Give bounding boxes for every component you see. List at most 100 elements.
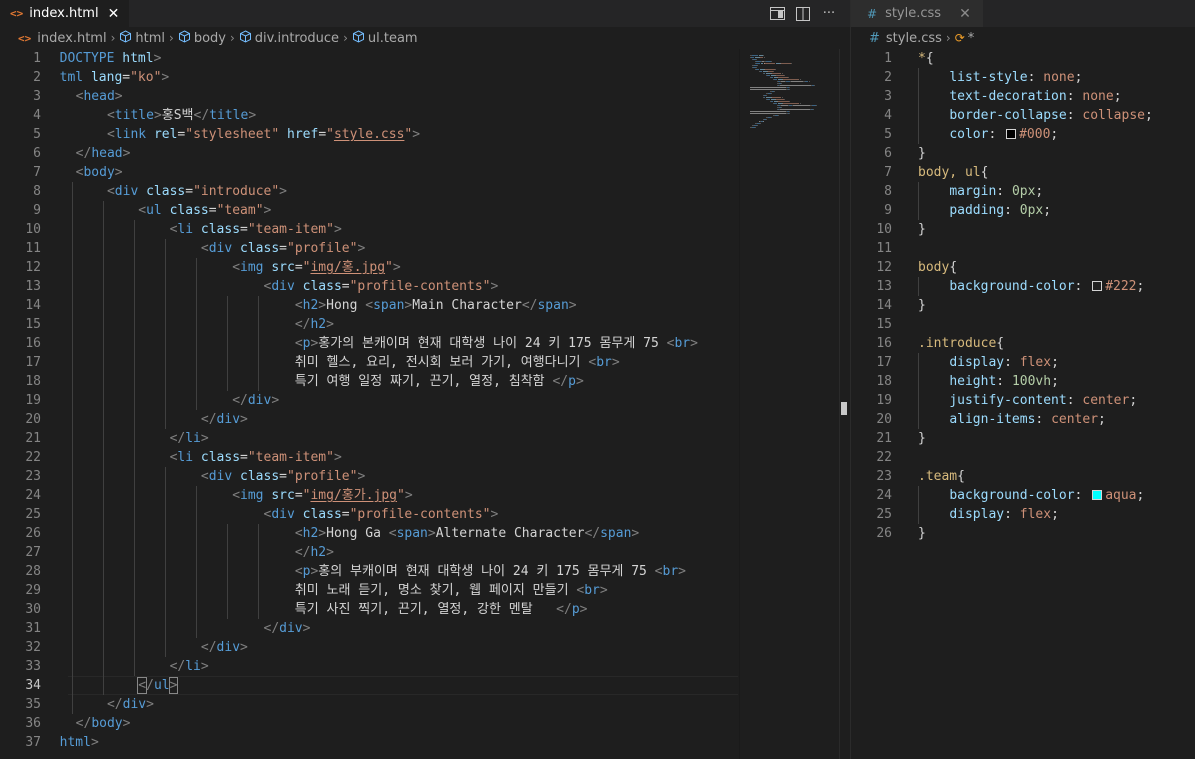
code-line[interactable]: 4 border-collapse: collapse; [851, 106, 1195, 125]
code-line[interactable]: 11 <div class="profile"> [0, 239, 851, 258]
breadcrumb-item[interactable]: body [178, 29, 226, 47]
code-line[interactable]: 22 <li class="team-item"> [0, 448, 851, 467]
minimap-token [750, 57, 755, 58]
code-line[interactable]: 18 height: 100vh; [851, 372, 1195, 391]
code-line[interactable]: 8 <div class="introduce"> [0, 182, 851, 201]
breadcrumb-item[interactable]: html [119, 29, 165, 47]
code-line[interactable]: 25 <div class="profile-contents"> [0, 505, 851, 524]
code-line[interactable]: 1 *{ [851, 49, 1195, 68]
token: > [240, 412, 248, 427]
code-line[interactable]: 16 .introduce{ [851, 334, 1195, 353]
code-line[interactable]: 18 특기 여행 일정 짜기, 끈기, 열정, 침착함 </p> [0, 372, 851, 391]
code-line[interactable]: 22 [851, 448, 1195, 467]
html-code-editor[interactable]: 1 <!DOCTYPE html> 2 <html lang="ko"> 3 <head… [0, 49, 851, 759]
code-line[interactable]: 10 <li class="team-item"> [0, 220, 851, 239]
code-line[interactable]: 29 취미 노래 듣기, 명소 찾기, 웹 페이지 만들기 <br> [0, 581, 851, 600]
code-line[interactable]: 26 <h2>Hong Ga <span>Alternate Character… [0, 524, 851, 543]
code-line[interactable]: 15 [851, 315, 1195, 334]
tab-style-css[interactable]: # style.css ✕ [851, 0, 983, 27]
code-line[interactable]: 19 justify-content: center; [851, 391, 1195, 410]
code-line[interactable]: 27 </h2> [0, 543, 851, 562]
code-text: </div> [60, 638, 248, 657]
code-line[interactable]: 12 <img src="img/홍.jpg"> [0, 258, 851, 277]
css-code-editor[interactable]: 1 *{2 list-style: none; 3 text-decoration:… [851, 49, 1195, 759]
code-line[interactable]: 11 [851, 239, 1195, 258]
code-line[interactable]: 1 <!DOCTYPE html> [0, 49, 851, 68]
code-line[interactable]: 4 <title>홍S백</title> [0, 106, 851, 125]
code-line[interactable]: 7 body, ul{ [851, 163, 1195, 182]
line-number: 19 [876, 393, 892, 408]
code-line[interactable]: 16 <p>홍가의 본캐이며 현재 대학생 나이 24 키 175 몸무게 75… [0, 334, 851, 353]
code-line[interactable]: 26} [851, 524, 1195, 543]
breadcrumb-item[interactable]: <> index.html [18, 31, 107, 46]
code-text: margin: 0px; [918, 182, 1043, 201]
code-line[interactable]: 2 <html lang="ko"> [0, 68, 851, 87]
split-editor-icon[interactable] [795, 6, 811, 22]
code-line[interactable]: 9 <ul class="team"> [0, 201, 851, 220]
code-line[interactable]: 28 <p>홍의 부캐이며 현재 대학생 나이 24 키 175 몸무게 75 … [0, 562, 851, 581]
color-swatch[interactable] [1092, 281, 1103, 291]
token: > [690, 336, 698, 351]
code-line[interactable]: 17 display: flex; [851, 353, 1195, 372]
token: } [918, 431, 926, 446]
vertical-scrollbar[interactable] [839, 49, 850, 759]
code-line[interactable]: 36 </body> [0, 714, 851, 733]
code-line[interactable]: 10} [851, 220, 1195, 239]
line-number: 31 [25, 621, 41, 636]
code-line[interactable]: 3 text-decoration: none; [851, 87, 1195, 106]
code-line[interactable]: 3 <head> [0, 87, 851, 106]
close-icon[interactable]: ✕ [108, 6, 120, 22]
breadcrumb-item[interactable]: ⟳ * [955, 31, 975, 46]
code-line[interactable]: 31 </div> [0, 619, 851, 638]
code-line[interactable]: 15 </h2> [0, 315, 851, 334]
code-line[interactable]: 30 특기 사진 찍기, 끈기, 열정, 강한 멘탈 </p> [0, 600, 851, 619]
code-line[interactable]: 23 .team{ [851, 467, 1195, 486]
code-line[interactable]: 7 <body> [0, 163, 851, 182]
code-line[interactable]: 37 </html> [0, 733, 851, 752]
code-line[interactable]: 21 </li> [0, 429, 851, 448]
color-swatch[interactable] [1006, 129, 1017, 139]
breadcrumb-item[interactable]: div.introduce [239, 29, 339, 47]
code-line[interactable]: 12 body{ [851, 258, 1195, 277]
code-line[interactable]: 20 align-items: center; [851, 410, 1195, 429]
open-preview-icon[interactable] [769, 6, 785, 22]
code-line[interactable]: 14} [851, 296, 1195, 315]
line-number: 14 [876, 298, 892, 313]
code-line[interactable]: 21} [851, 429, 1195, 448]
token: > [122, 716, 131, 731]
code-line[interactable]: 24 <img src="img/홍가.jpg"> [0, 486, 851, 505]
breadcrumb-item[interactable]: ul.team [352, 29, 418, 47]
code-line[interactable]: 6 </head> [0, 144, 851, 163]
code-line[interactable]: 32 </div> [0, 638, 851, 657]
code-line[interactable]: 13 background-color: #222; [851, 277, 1195, 296]
code-line[interactable]: 23 <div class="profile"> [0, 467, 851, 486]
token: ; [1051, 355, 1059, 370]
code-line[interactable]: 2 list-style: none; [851, 68, 1195, 87]
scrollbar-thumb[interactable] [841, 402, 847, 415]
code-line[interactable]: 13 <div class="profile-contents"> [0, 277, 851, 296]
line-number: 12 [876, 260, 892, 275]
code-line[interactable]: 24 background-color: aqua; [851, 486, 1195, 505]
code-line[interactable]: 34 </ul> [0, 676, 851, 695]
close-icon[interactable]: ✕ [959, 6, 971, 22]
more-actions-icon[interactable]: ··· [821, 6, 837, 22]
code-line[interactable]: 35 </div> [0, 695, 851, 714]
tab-index-html[interactable]: <> index.html ✕ [0, 0, 130, 27]
code-line[interactable]: 9 padding: 0px; [851, 201, 1195, 220]
code-line[interactable]: 17 취미 헬스, 요리, 전시회 보러 가기, 여행다니기 <br> [0, 353, 851, 372]
code-line[interactable]: 5 color: #000; [851, 125, 1195, 144]
code-line[interactable]: 6} [851, 144, 1195, 163]
minimap[interactable] [739, 49, 839, 759]
breadcrumb-item[interactable]: # style.css [869, 31, 942, 46]
code-line[interactable]: 19 </div> [0, 391, 851, 410]
code-line[interactable]: 25 display: flex; [851, 505, 1195, 524]
token: Main Character [412, 298, 522, 313]
code-line[interactable]: 33 </li> [0, 657, 851, 676]
code-line[interactable]: 14 <h2>Hong <span>Main Character</span> [0, 296, 851, 315]
code-line[interactable]: 5 <link rel="stylesheet" href="style.css… [0, 125, 851, 144]
code-line[interactable]: 8 margin: 0px; [851, 182, 1195, 201]
code-line[interactable]: 20 </div> [0, 410, 851, 429]
color-swatch[interactable] [1092, 490, 1103, 500]
